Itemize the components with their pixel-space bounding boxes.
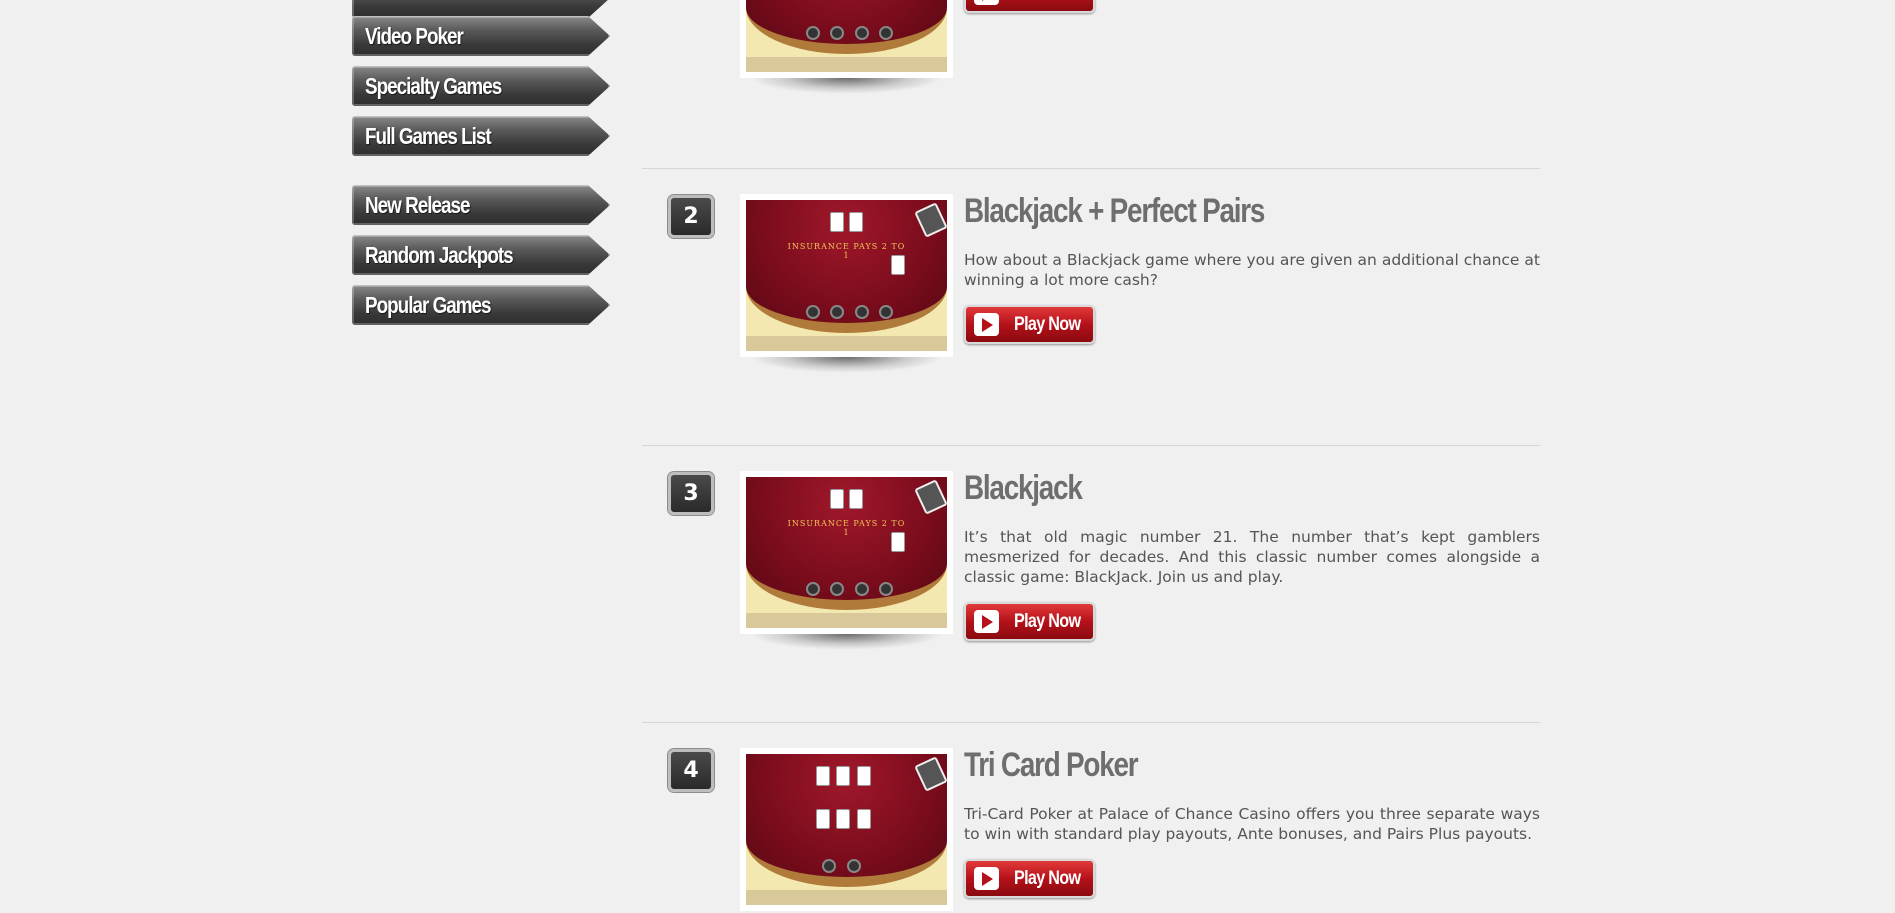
- sidebar-item-label: New Release: [365, 192, 470, 218]
- game-title[interactable]: Blackjack + Perfect Pairs: [964, 192, 1265, 231]
- play-now-label: Play Now: [1014, 868, 1081, 889]
- sidebar-item-specialty-games[interactable]: Specialty Games: [352, 66, 610, 106]
- play-icon: [974, 867, 999, 890]
- game-title[interactable]: Tri Card Poker: [964, 746, 1139, 785]
- game-thumbnail[interactable]: INSURANCE PAYS 2 TO 1: [740, 471, 953, 650]
- rank-badge: 2: [668, 195, 714, 238]
- play-now-button[interactable]: [964, 0, 1095, 13]
- sidebar-item-full-games-list[interactable]: Full Games List: [352, 116, 610, 156]
- play-now-button[interactable]: Play Now: [964, 305, 1095, 344]
- sidebar-item-label: Popular Games: [365, 292, 492, 318]
- play-now-button[interactable]: Play Now: [964, 602, 1095, 641]
- game-thumbnail[interactable]: [740, 748, 953, 911]
- sidebar-item-label: Random Jackpots: [365, 242, 514, 268]
- play-now-button[interactable]: Play Now: [964, 859, 1095, 898]
- game-thumbnail[interactable]: INSURANCE PAYS 2 TO 1: [740, 194, 953, 373]
- divider: [642, 445, 1540, 446]
- thumbnail-shadow: [750, 78, 943, 94]
- sidebar-item-label: Specialty Games: [365, 73, 502, 99]
- sidebar-item-new-release[interactable]: New Release: [352, 185, 610, 225]
- play-now-label: Play Now: [1014, 314, 1081, 335]
- game-screenshot: INSURANCE PAYS 2 TO 1: [740, 471, 953, 634]
- game-thumbnail[interactable]: [740, 0, 953, 94]
- game-screenshot: INSURANCE PAYS 2 TO 1: [740, 194, 953, 357]
- sidebar-item-label: Video Poker: [365, 23, 464, 49]
- game-description: It’s that old magic number 21. The numbe…: [964, 528, 1540, 586]
- table-insurance-text: INSURANCE PAYS 2 TO 1: [787, 518, 906, 537]
- thumbnail-shadow: [750, 357, 943, 373]
- play-now-label: Play Now: [1014, 611, 1081, 632]
- thumbnail-shadow: [750, 634, 943, 650]
- sidebar-item-video-poker[interactable]: Video Poker: [352, 16, 610, 56]
- game-description: Tri-Card Poker at Palace of Chance Casin…: [964, 805, 1540, 843]
- play-icon: [974, 0, 999, 5]
- divider: [642, 168, 1540, 169]
- game-description: How about a Blackjack game where you are…: [964, 251, 1540, 289]
- table-insurance-text: INSURANCE PAYS 2 TO 1: [787, 241, 906, 260]
- sidebar-item-random-jackpots[interactable]: Random Jackpots: [352, 235, 610, 275]
- divider: [642, 722, 1540, 723]
- sidebar-item-partial[interactable]: [352, 0, 610, 18]
- rank-badge: 4: [668, 749, 714, 792]
- game-screenshot: [740, 0, 953, 78]
- play-icon: [974, 313, 999, 336]
- rank-badge: 3: [668, 472, 714, 515]
- sidebar-item-popular-games[interactable]: Popular Games: [352, 285, 610, 325]
- play-icon: [974, 610, 999, 633]
- game-title[interactable]: Blackjack: [964, 469, 1083, 508]
- game-screenshot: [740, 748, 953, 911]
- sidebar-item-label: Full Games List: [365, 123, 492, 149]
